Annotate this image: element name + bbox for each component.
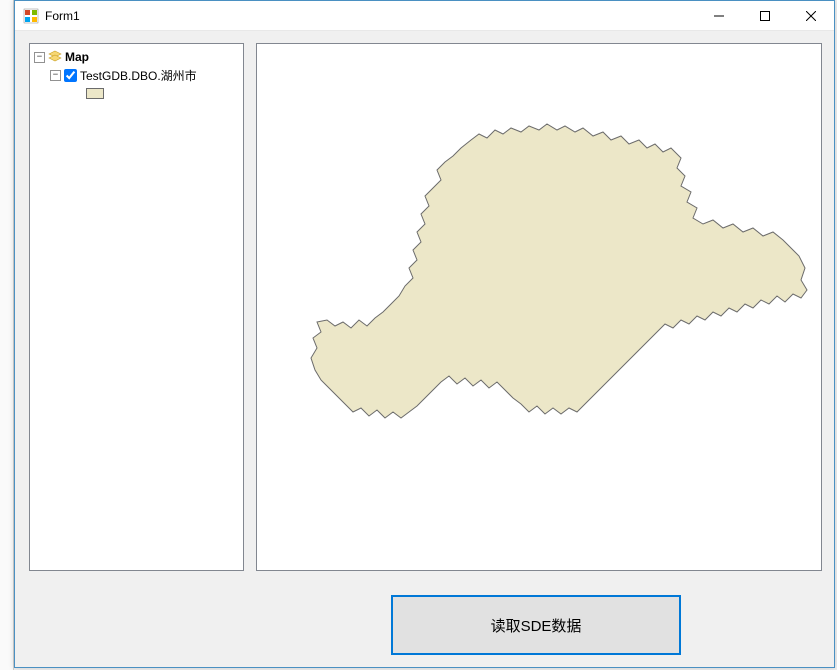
client-area: − Map − TestGDB.DBO.湖州市 [15, 31, 834, 667]
background-window-edge [0, 0, 14, 670]
layer-tree: − Map − TestGDB.DBO.湖州市 [30, 44, 243, 106]
maximize-button[interactable] [742, 1, 788, 31]
toc-panel: − Map − TestGDB.DBO.湖州市 [29, 43, 244, 571]
tree-root-label: Map [65, 50, 89, 64]
layers-icon [48, 50, 62, 64]
window-title: Form1 [45, 9, 80, 23]
app-icon [23, 8, 39, 24]
tree-layer-row[interactable]: − TestGDB.DBO.湖州市 [34, 66, 239, 84]
map-polygon-huzhou [265, 100, 813, 460]
read-sde-data-button[interactable]: 读取SDE数据 [391, 595, 681, 655]
titlebar[interactable]: Form1 [15, 1, 834, 31]
layer-name-label: TestGDB.DBO.湖州市 [80, 67, 197, 84]
legend-swatch [86, 88, 104, 99]
map-view[interactable] [256, 43, 822, 571]
close-button[interactable] [788, 1, 834, 31]
legend-row [34, 84, 239, 102]
main-window: Form1 − [14, 0, 835, 668]
tree-root-row[interactable]: − Map [34, 48, 239, 66]
collapse-icon[interactable]: − [50, 70, 61, 81]
layer-visibility-checkbox[interactable] [64, 69, 77, 82]
collapse-icon[interactable]: − [34, 52, 45, 63]
minimize-button[interactable] [696, 1, 742, 31]
